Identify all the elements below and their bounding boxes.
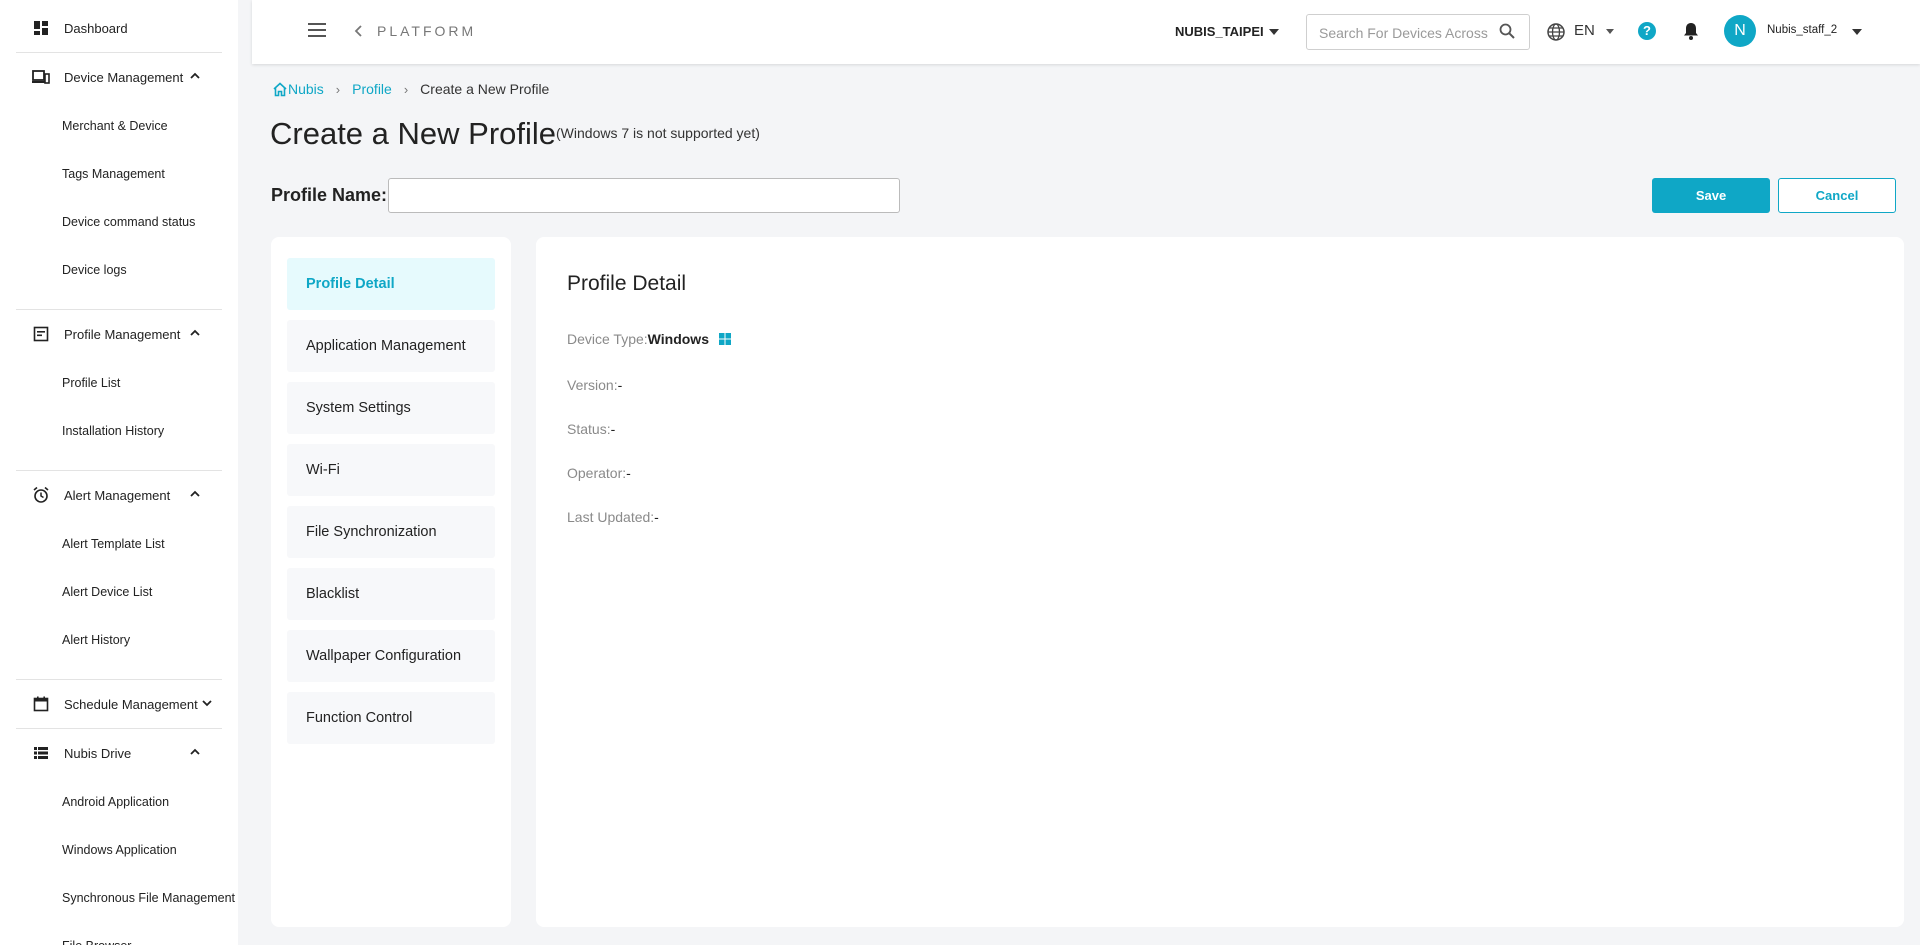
device-search-box xyxy=(1306,14,1530,50)
username[interactable]: Nubis_staff_2 xyxy=(1767,24,1837,36)
sidebar-section-profile-management[interactable]: Profile Management xyxy=(16,310,222,358)
status-label: Status: xyxy=(567,421,611,437)
hamburger-menu-icon[interactable] xyxy=(308,23,326,37)
page-title: Create a New Profile(Windows 7 is not su… xyxy=(270,116,760,152)
breadcrumb-home[interactable]: Nubis xyxy=(272,81,324,97)
sidebar: Dashboard Device Management Merchant & D… xyxy=(0,0,238,945)
last-updated-field: Last Updated:- xyxy=(567,509,659,525)
cancel-button[interactable]: Cancel xyxy=(1778,178,1896,213)
sidebar-item-tags-management[interactable]: Tags Management xyxy=(62,164,165,184)
sidebar-item-alert-device-list[interactable]: Alert Device List xyxy=(62,582,152,602)
operator-field: Operator:- xyxy=(567,465,631,481)
chevron-left-icon[interactable] xyxy=(354,24,364,41)
device-type-label: Device Type: xyxy=(567,331,648,347)
dashboard-icon xyxy=(32,19,50,37)
version-value: - xyxy=(617,377,623,393)
caret-down-icon[interactable] xyxy=(1606,29,1614,34)
status-field: Status:- xyxy=(567,421,615,437)
menu-item-function-control[interactable]: Function Control xyxy=(287,692,495,744)
device-type-field: Device Type:Windows xyxy=(567,331,731,347)
status-value: - xyxy=(610,421,616,437)
sidebar-item-windows-application[interactable]: Windows Application xyxy=(62,840,177,860)
calendar-icon xyxy=(32,695,50,713)
breadcrumb-separator-icon: › xyxy=(403,81,409,97)
last-updated-value: - xyxy=(654,509,659,525)
operator-label: Operator: xyxy=(567,465,627,481)
sidebar-item-device-logs[interactable]: Device logs xyxy=(62,260,127,280)
search-input[interactable] xyxy=(1319,23,1489,43)
avatar[interactable]: N xyxy=(1724,15,1756,47)
device-type-value: Windows xyxy=(647,331,709,347)
organization-selector[interactable]: NUBIS_TAIPEI xyxy=(1175,24,1264,39)
sidebar-item-profile-list[interactable]: Profile List xyxy=(62,373,120,393)
version-label: Version: xyxy=(567,377,618,393)
breadcrumb-separator-icon: › xyxy=(335,81,341,97)
page-title-text: Create a New Profile xyxy=(270,116,557,151)
sidebar-section-nubis-drive[interactable]: Nubis Drive xyxy=(16,729,222,777)
search-icon[interactable] xyxy=(1498,22,1516,40)
caret-down-icon[interactable] xyxy=(1852,29,1862,35)
profile-list-icon xyxy=(32,325,50,343)
detail-title: Profile Detail xyxy=(567,272,687,295)
menu-item-wifi[interactable]: Wi-Fi xyxy=(287,444,495,496)
sidebar-item-alert-history[interactable]: Alert History xyxy=(62,630,130,650)
sidebar-section-label: Profile Management xyxy=(64,326,181,342)
profile-detail-panel: Profile Detail Device Type:Windows Versi… xyxy=(536,237,1904,927)
sidebar-item-android-application[interactable]: Android Application xyxy=(62,792,169,812)
sidebar-section-label: Nubis Drive xyxy=(64,745,132,761)
profile-settings-menu: Profile Detail Application Management Sy… xyxy=(271,237,511,927)
profile-name-label: Profile Name: xyxy=(271,185,388,205)
caret-down-icon[interactable] xyxy=(1269,29,1279,35)
menu-item-system-settings[interactable]: System Settings xyxy=(287,382,495,434)
sidebar-item-synchronous-file-management[interactable]: Synchronous File Management xyxy=(62,888,235,908)
save-button[interactable]: Save xyxy=(1652,178,1770,213)
sidebar-item-label: Dashboard xyxy=(64,20,128,36)
windows-logo-icon xyxy=(718,333,731,345)
sidebar-item-file-browser[interactable]: File Browser xyxy=(62,936,131,945)
globe-icon[interactable] xyxy=(1546,22,1566,42)
top-header: PLATFORM NUBIS_TAIPEI EN ? N Nubis_staff… xyxy=(252,0,1920,64)
sidebar-nav: Dashboard Device Management Merchant & D… xyxy=(0,0,238,945)
menu-item-wallpaper-configuration[interactable]: Wallpaper Configuration xyxy=(287,630,495,682)
breadcrumb-current: Create a New Profile xyxy=(420,81,550,97)
operator-value: - xyxy=(626,465,631,481)
sidebar-item-merchant-device[interactable]: Merchant & Device xyxy=(62,116,168,136)
breadcrumb: Nubis › Profile › Create a New Profile xyxy=(272,81,549,97)
sidebar-section-label: Device Management xyxy=(64,69,184,85)
version-field: Version:- xyxy=(567,377,622,393)
alarm-clock-icon xyxy=(32,486,50,504)
sidebar-item-device-command-status[interactable]: Device command status xyxy=(62,212,195,232)
devices-icon xyxy=(32,68,50,86)
language-selector[interactable]: EN xyxy=(1574,22,1595,39)
menu-item-profile-detail[interactable]: Profile Detail xyxy=(287,258,495,310)
breadcrumb-home-label[interactable]: Nubis xyxy=(288,81,324,97)
sidebar-item-alert-template-list[interactable]: Alert Template List xyxy=(62,534,165,554)
page-title-note: (Windows 7 is not supported yet) xyxy=(556,125,760,141)
menu-item-blacklist[interactable]: Blacklist xyxy=(287,568,495,620)
home-icon xyxy=(273,81,287,96)
chevron-up-icon[interactable] xyxy=(188,69,202,83)
breadcrumb-profile[interactable]: Profile xyxy=(352,81,392,97)
help-icon[interactable]: ? xyxy=(1638,22,1656,40)
sidebar-section-label: Alert Management xyxy=(64,487,171,503)
list-icon xyxy=(32,744,50,762)
sidebar-section-device-management[interactable]: Device Management xyxy=(16,53,222,101)
menu-item-application-management[interactable]: Application Management xyxy=(287,320,495,372)
menu-item-file-synchronization[interactable]: File Synchronization xyxy=(287,506,495,558)
sidebar-section-label: Schedule Management xyxy=(64,696,198,712)
chevron-up-icon[interactable] xyxy=(188,745,202,759)
sidebar-section-schedule-management[interactable]: Schedule Management xyxy=(16,680,222,728)
notification-bell-icon[interactable] xyxy=(1682,21,1700,41)
chevron-up-icon[interactable] xyxy=(188,487,202,501)
profile-name-input[interactable] xyxy=(388,178,900,213)
sidebar-item-installation-history[interactable]: Installation History xyxy=(62,421,164,441)
last-updated-label: Last Updated: xyxy=(567,509,655,525)
sidebar-item-dashboard[interactable]: Dashboard xyxy=(16,4,222,52)
chevron-up-icon[interactable] xyxy=(188,326,202,340)
platform-label[interactable]: PLATFORM xyxy=(377,23,476,39)
sidebar-section-alert-management[interactable]: Alert Management xyxy=(16,471,222,519)
chevron-down-icon[interactable] xyxy=(200,696,214,710)
